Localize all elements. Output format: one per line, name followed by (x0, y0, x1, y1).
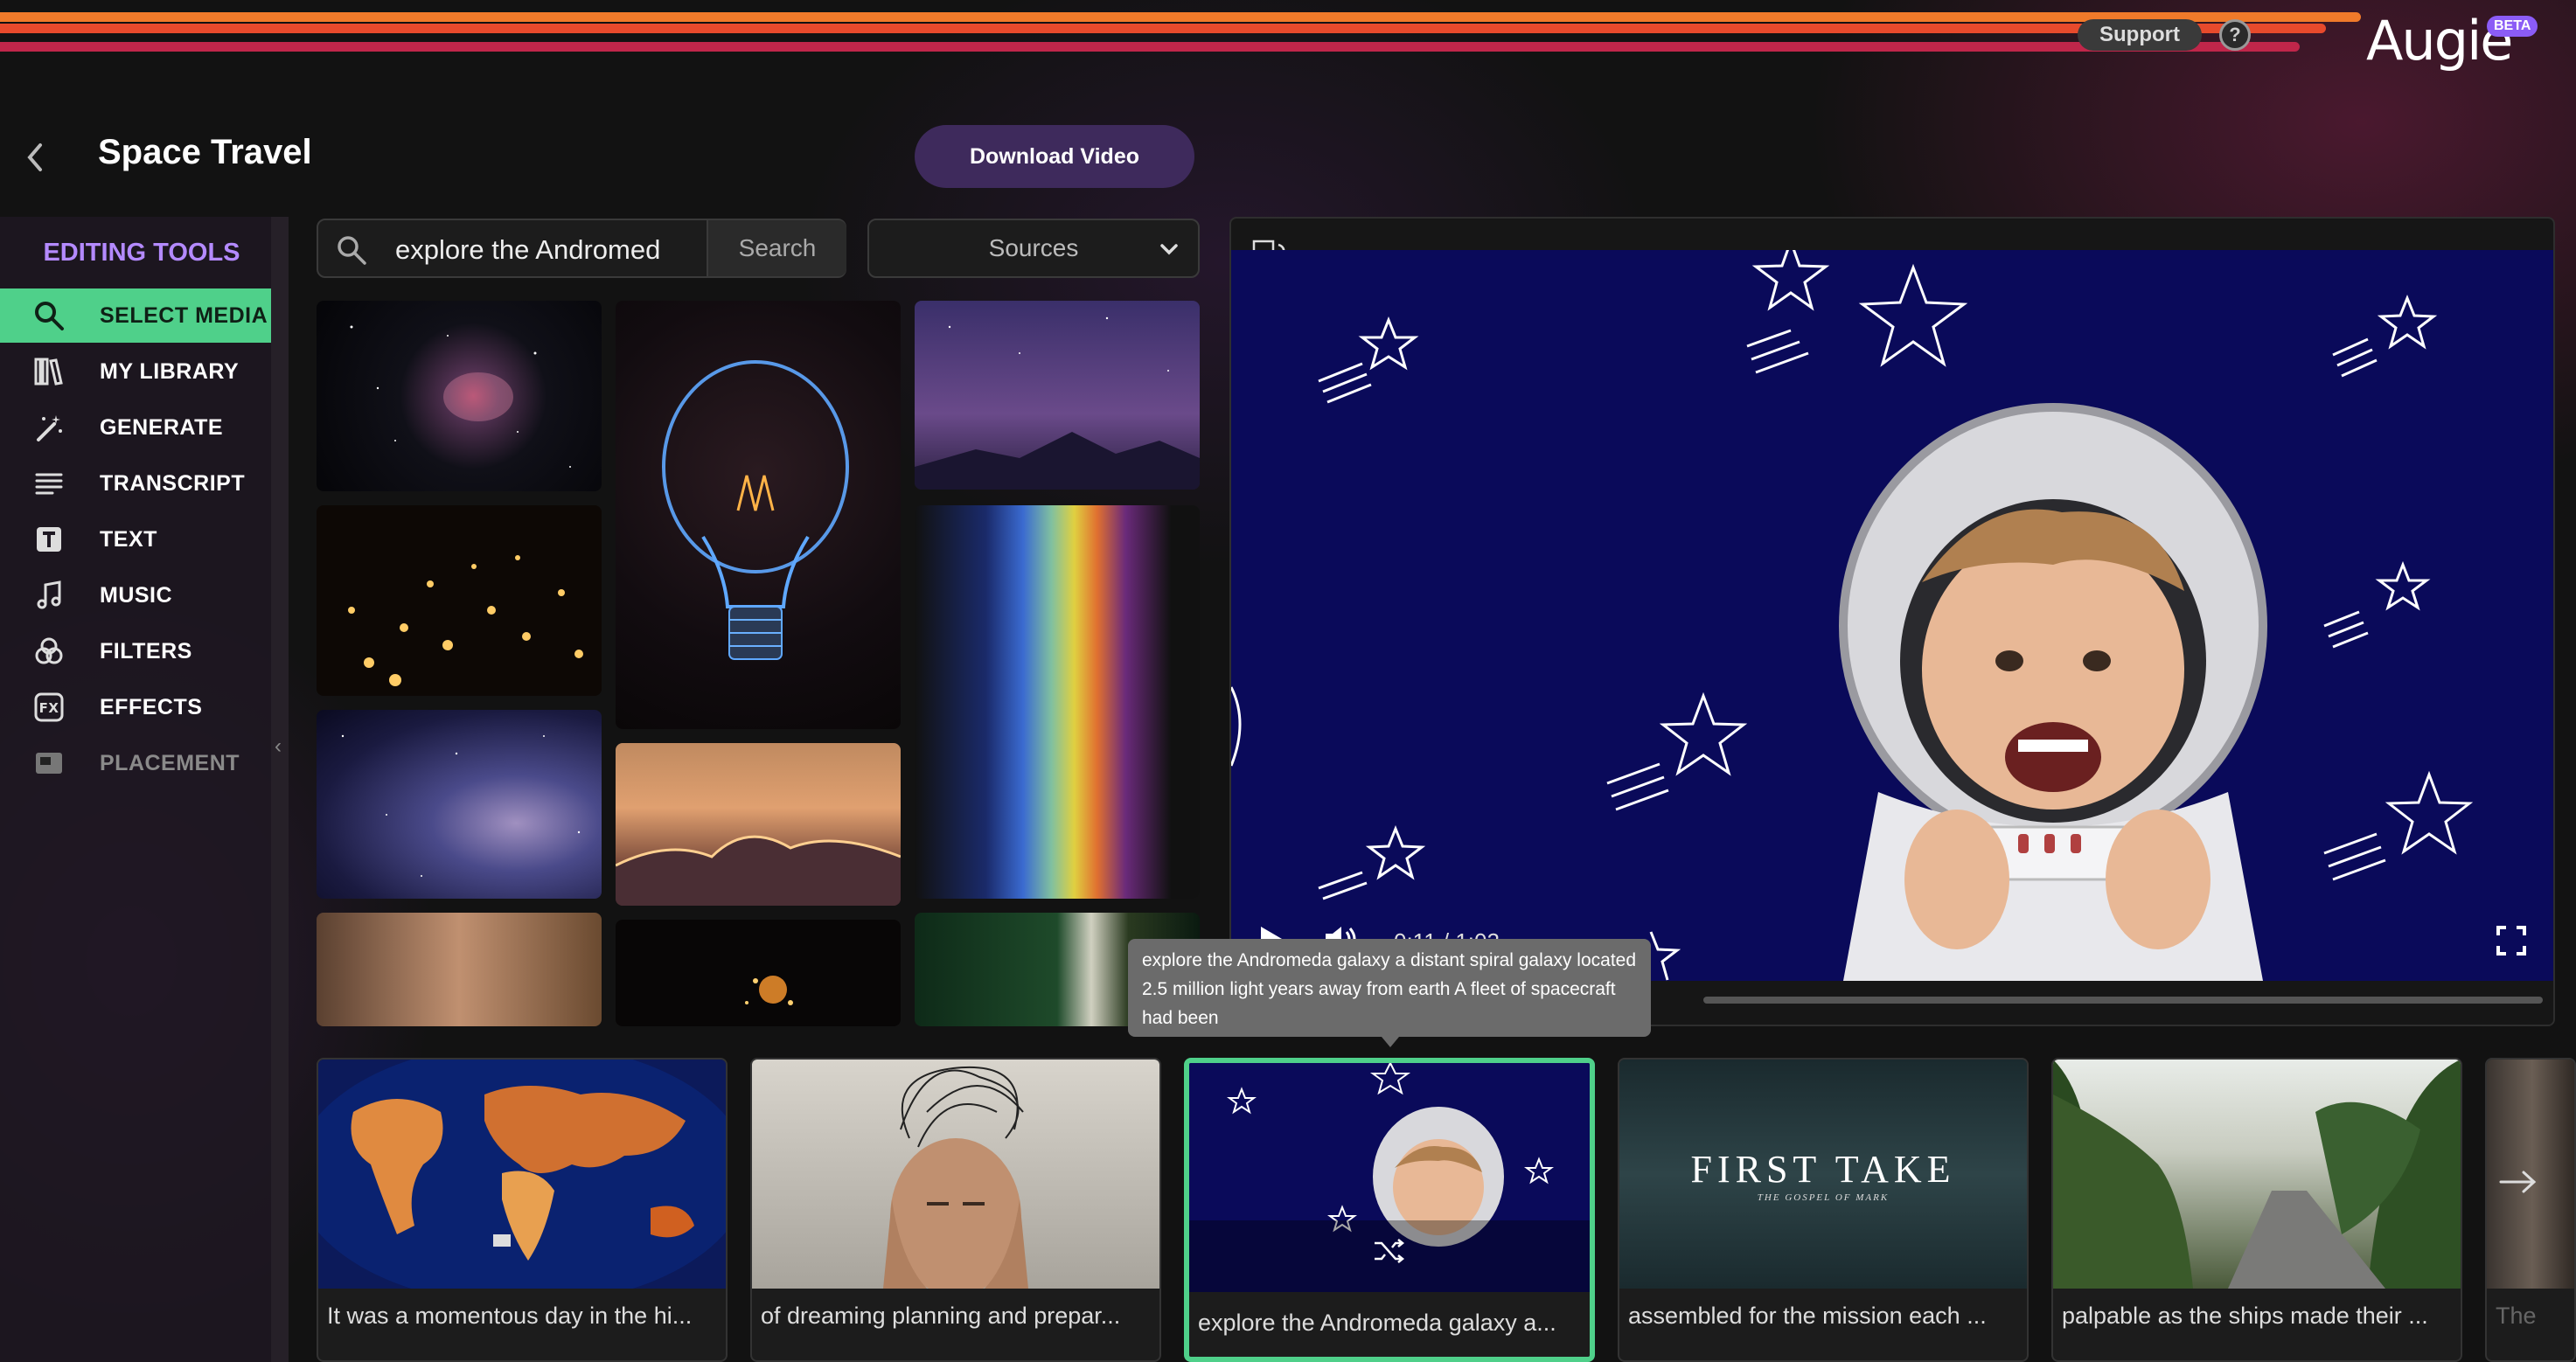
clip-caption: assembled for the mission each ... (1628, 1303, 1987, 1329)
clip-caption: palpable as the ships made their ... (2062, 1303, 2428, 1329)
chevron-left-icon (27, 143, 42, 171)
sidebar-item-label: TEXT (100, 526, 157, 552)
magic-wand-icon (31, 412, 66, 443)
sidebar-item-label: GENERATE (100, 414, 224, 440)
media-search-bar: explore the Andromed Search (317, 219, 846, 278)
candles-image (348, 555, 583, 686)
text-icon (31, 524, 66, 555)
brand-stripe (0, 12, 2361, 22)
sidebar-item-placement[interactable]: PLACEMENT (0, 736, 271, 790)
sidebar-item-text[interactable]: TEXT (0, 512, 271, 566)
editing-tools-sidebar: EDITING TOOLS SELECT MEDIA MY LIBRARY GE… (0, 217, 289, 1362)
timeline-clip[interactable]: It was a momentous day in the hi... (317, 1058, 728, 1362)
sidebar-item-my-library[interactable]: MY LIBRARY (0, 344, 271, 399)
sidebar-item-label: EFFECTS (100, 694, 203, 719)
chevron-down-icon (1156, 236, 1182, 268)
search-icon (31, 300, 66, 331)
project-title: Space Travel (98, 133, 312, 171)
timeline-clip[interactable]: of dreaming planning and prepar... (750, 1058, 1161, 1362)
stressed-man-thumbnail (752, 1060, 1159, 1289)
fx-icon: FX (31, 691, 66, 723)
first-take-thumbnail: FIRST TAKE THE GOSPEL OF MARK (1619, 1060, 2027, 1289)
support-button[interactable]: Support (2078, 19, 2202, 51)
sidebar-item-transcript[interactable]: TRANSCRIPT (0, 456, 271, 511)
orion-nebula-image (350, 325, 571, 468)
clip-caption: It was a momentous day in the hi... (327, 1303, 693, 1329)
astronaut-kid-scene (1231, 250, 2474, 981)
astronaut-kid-thumbnail (1189, 1063, 1590, 1292)
tooltip-arrow (1382, 1037, 1399, 1047)
media-thumbnail[interactable] (616, 301, 901, 729)
lines-icon (31, 468, 66, 499)
sources-dropdown[interactable]: Sources (867, 219, 1200, 278)
brand-stripe (0, 42, 2300, 52)
video-frame[interactable] (1231, 250, 2553, 981)
timeline-clip[interactable]: FIRST TAKE THE GOSPEL OF MARK assembled … (1618, 1058, 2029, 1362)
search-icon (336, 234, 367, 270)
library-icon (31, 356, 66, 387)
media-thumbnail[interactable] (317, 710, 602, 899)
sources-label: Sources (988, 234, 1079, 261)
media-thumbnail[interactable] (915, 301, 1200, 490)
forest-road-thumbnail (2053, 1060, 2461, 1289)
brand-stripe (0, 24, 2326, 33)
search-button[interactable]: Search (707, 220, 846, 276)
music-note-icon (31, 580, 66, 611)
sidebar-item-label: MY LIBRARY (100, 358, 240, 384)
help-icon[interactable]: ? (2219, 19, 2251, 51)
media-thumbnail[interactable] (317, 913, 602, 1026)
sidebar-item-label: PLACEMENT (100, 750, 240, 775)
back-button[interactable] (23, 140, 49, 175)
beta-badge: BETA (2487, 16, 2538, 37)
sidebar-item-label: FILTERS (100, 638, 192, 664)
placement-icon (31, 747, 66, 779)
video-progress-bar[interactable] (1703, 997, 2543, 1004)
timeline-clip-selected[interactable]: explore the Andromeda galaxy a... (1184, 1058, 1595, 1362)
filters-icon (31, 636, 66, 667)
timeline-next-arrow-icon[interactable] (2499, 1164, 2538, 1204)
media-thumbnail[interactable] (616, 743, 901, 906)
clip-caption: explore the Andromeda galaxy a... (1198, 1310, 1556, 1336)
timeline-clip-partial[interactable]: The (2485, 1058, 2576, 1362)
video-player (1229, 217, 2555, 1026)
sidebar-heading: EDITING TOOLS (43, 238, 240, 267)
sunset-clouds-image (616, 835, 901, 906)
chevron-left-icon: ‹ (275, 734, 282, 758)
shuffle-icon[interactable] (1373, 1238, 1405, 1268)
media-thumbnail[interactable] (915, 505, 1200, 899)
first-take-subtitle: THE GOSPEL OF MARK (1757, 1192, 1890, 1203)
timeline-clip[interactable]: palpable as the ships made their ... (2051, 1058, 2462, 1362)
sidebar-item-select-media[interactable]: SELECT MEDIA (0, 288, 271, 343)
sidebar-item-label: MUSIC (100, 582, 173, 608)
mountain-starry-sky-image (915, 316, 1200, 490)
media-thumbnail[interactable] (317, 301, 602, 491)
first-take-title: FIRST TAKE (1690, 1148, 1956, 1191)
clip-caption: The (2496, 1303, 2537, 1329)
sidebar-collapse-handle[interactable]: ‹ (271, 217, 289, 1362)
world-map-thumbnail (318, 1060, 726, 1289)
download-video-button[interactable]: Download Video (915, 125, 1194, 188)
search-input[interactable]: explore the Andromed (395, 234, 684, 266)
svg-text:FX: FX (39, 700, 59, 716)
sidebar-item-label: TRANSCRIPT (100, 470, 246, 496)
sidebar-item-music[interactable]: MUSIC (0, 568, 271, 622)
fullscreen-icon[interactable] (2496, 925, 2527, 961)
sidebar-item-filters[interactable]: FILTERS (0, 624, 271, 678)
sparks-image (745, 976, 793, 1005)
media-thumbnail[interactable] (317, 505, 602, 696)
media-thumbnail[interactable] (616, 920, 901, 1026)
sidebar-item-label: SELECT MEDIA (100, 302, 268, 328)
sidebar-item-generate[interactable]: GENERATE (0, 400, 271, 455)
clip-tooltip: explore the Andromeda galaxy a distant s… (1128, 939, 1651, 1037)
clip-caption: of dreaming planning and prepar... (761, 1303, 1121, 1329)
light-bulb-image (662, 360, 849, 660)
milky-way-image (341, 734, 581, 877)
sidebar-item-effects[interactable]: FX EFFECTS (0, 680, 271, 734)
